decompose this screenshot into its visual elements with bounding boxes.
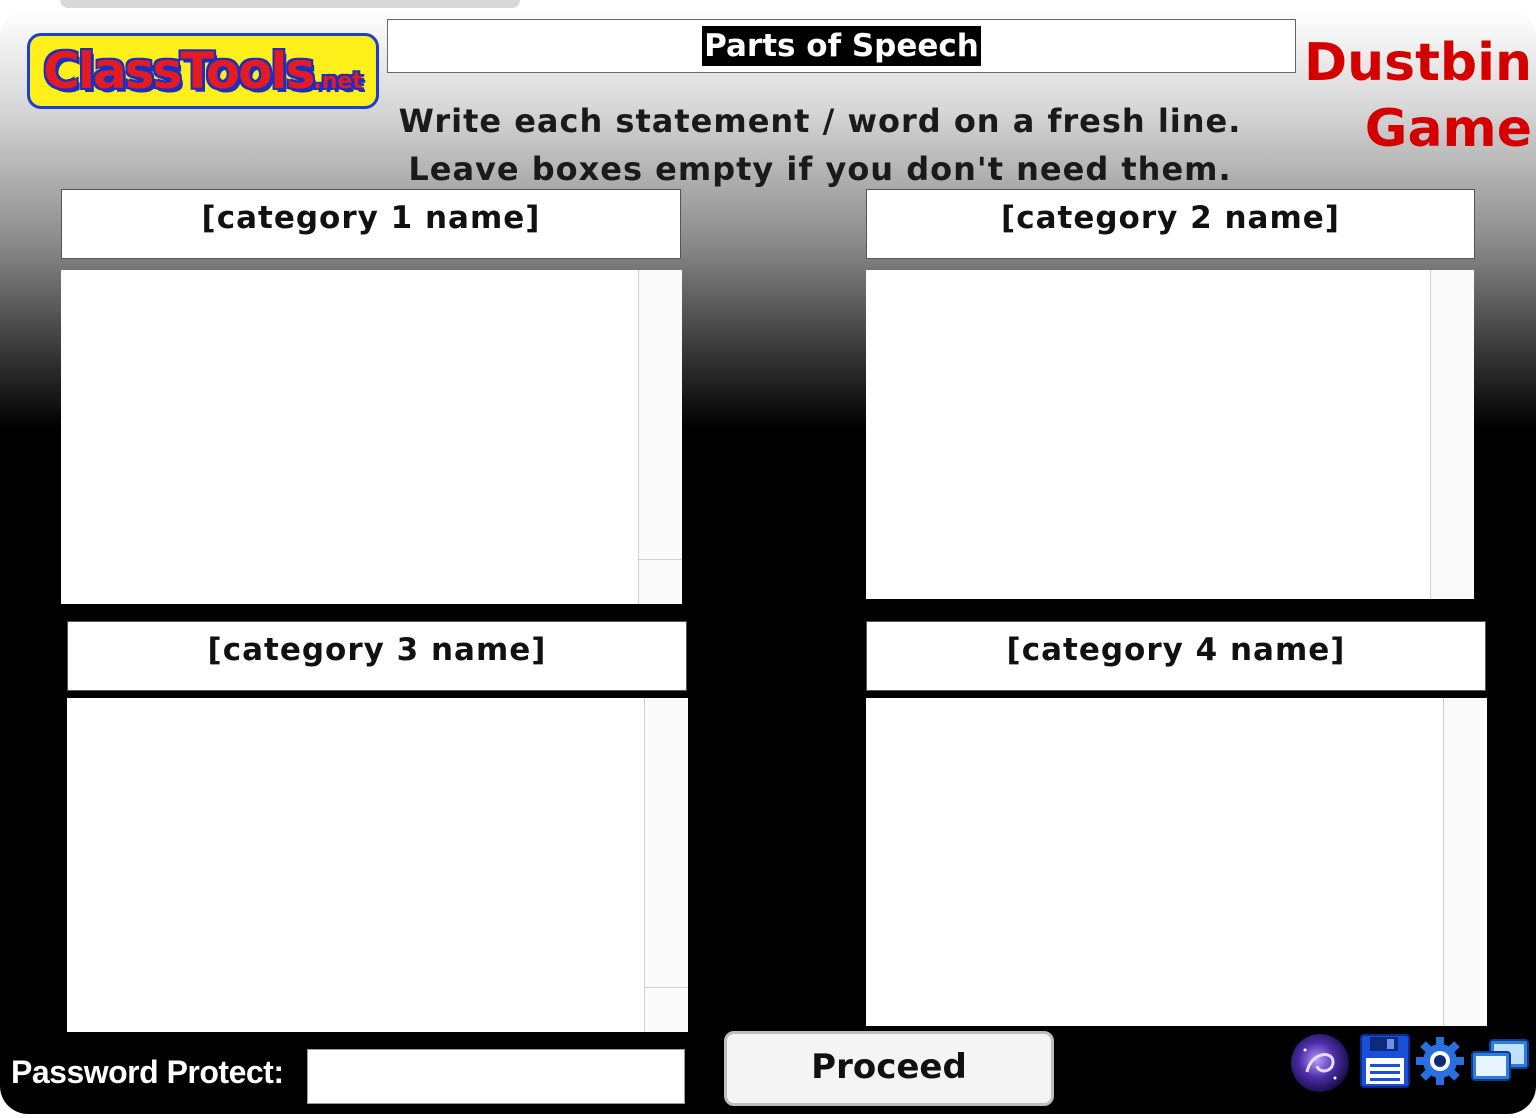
instructions: Write each statement / word on a fresh l… [380,97,1260,193]
title-text: Parts of Speech [702,26,981,66]
game-title: Dustbin Game [1300,30,1532,162]
category-3-scrollbar[interactable] [644,698,688,1032]
top-tab-strip [60,0,520,8]
category-2-name-input[interactable]: [category 2 name] [866,189,1475,259]
category-1-name-input[interactable]: [category 1 name] [61,189,681,259]
save-icon[interactable] [1360,1034,1410,1088]
category-1-items-textarea[interactable] [61,270,682,604]
category-4-name-input[interactable]: [category 4 name] [866,621,1486,691]
game-title-line-2: Game [1364,99,1532,159]
category-2-scrollbar[interactable] [1430,270,1474,599]
instruction-line-1: Write each statement / word on a fresh l… [398,102,1242,140]
screens-icon[interactable] [1470,1038,1532,1084]
game-title-line-1: Dustbin [1303,33,1532,93]
password-input[interactable] [307,1049,685,1104]
password-label: Password Protect: [11,1054,284,1090]
title-input[interactable]: Parts of Speech [387,19,1296,73]
category-3-items-textarea[interactable] [67,698,688,1032]
instruction-line-2: Leave boxes empty if you don't need them… [408,150,1232,188]
category-4-items-textarea[interactable] [866,698,1487,1026]
logo-suffix: .net [313,69,363,94]
category-1-scrollbar[interactable] [638,270,682,604]
category-2-items-textarea[interactable] [866,270,1474,599]
logo-text: ClassTools [43,42,315,100]
classtools-logo[interactable]: ClassTools.net [27,33,379,109]
proceed-button[interactable]: Proceed [724,1031,1054,1106]
category-3-name-input[interactable]: [category 3 name] [67,621,687,691]
settings-gear-icon[interactable] [1415,1036,1465,1086]
category-4-scrollbar[interactable] [1443,698,1487,1026]
galaxy-icon[interactable] [1289,1032,1351,1094]
